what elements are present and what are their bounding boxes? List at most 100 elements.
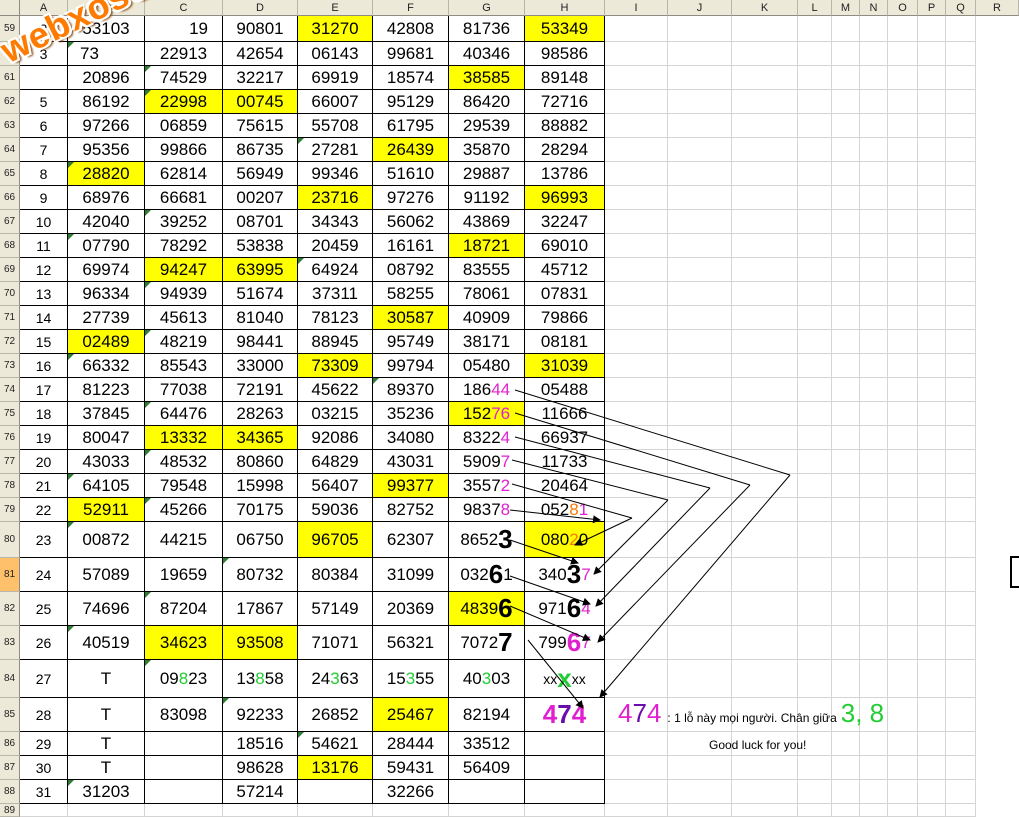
cell-e66[interactable]: 23716 bbox=[298, 186, 373, 210]
cell-h66[interactable]: 96993 bbox=[525, 186, 605, 210]
cell-l65[interactable] bbox=[798, 162, 832, 186]
cell-i65[interactable] bbox=[605, 162, 668, 186]
cell-g67[interactable]: 43869 bbox=[449, 210, 525, 234]
cell-k89[interactable] bbox=[732, 804, 798, 817]
cell-g68[interactable]: 18721 bbox=[449, 234, 525, 258]
cell-c75[interactable]: 64476 bbox=[145, 402, 223, 426]
cell-k78[interactable] bbox=[732, 474, 798, 498]
cell-c88[interactable] bbox=[145, 780, 223, 804]
cell-q88[interactable] bbox=[946, 780, 976, 804]
cell-e77[interactable]: 64829 bbox=[298, 450, 373, 474]
cell-q71[interactable] bbox=[946, 306, 976, 330]
cell-h63[interactable]: 88882 bbox=[525, 114, 605, 138]
cell-g80[interactable]: 8652 3 bbox=[449, 522, 525, 558]
cell-o77[interactable] bbox=[888, 450, 918, 474]
cell-j63[interactable] bbox=[668, 114, 732, 138]
cell-k59[interactable] bbox=[732, 16, 798, 42]
cell-i63[interactable] bbox=[605, 114, 668, 138]
cell-b61[interactable]: 20896 bbox=[68, 66, 145, 90]
cell-c83[interactable]: 34623 bbox=[145, 626, 223, 660]
column-header-m[interactable]: M bbox=[832, 0, 860, 16]
cell-q82[interactable] bbox=[946, 592, 976, 626]
cell-n62[interactable] bbox=[860, 90, 888, 114]
cell-q79[interactable] bbox=[946, 498, 976, 522]
cell-p74[interactable] bbox=[918, 378, 946, 402]
cell-m82[interactable] bbox=[832, 592, 860, 626]
cell-h77[interactable]: 11733 bbox=[525, 450, 605, 474]
cell-h61[interactable]: 89148 bbox=[525, 66, 605, 90]
row-header-79[interactable]: 79 bbox=[0, 498, 20, 522]
cell-e74[interactable]: 45622 bbox=[298, 378, 373, 402]
cell-m78[interactable] bbox=[832, 474, 860, 498]
cell-q60[interactable] bbox=[946, 42, 976, 66]
cell-j76[interactable] bbox=[668, 426, 732, 450]
cell-k66[interactable] bbox=[732, 186, 798, 210]
cell-n60[interactable] bbox=[860, 42, 888, 66]
cell-o81[interactable] bbox=[888, 558, 918, 592]
cell-d65[interactable]: 56949 bbox=[223, 162, 298, 186]
cell-m65[interactable] bbox=[832, 162, 860, 186]
cell-m71[interactable] bbox=[832, 306, 860, 330]
cell-f59[interactable]: 42808 bbox=[373, 16, 449, 42]
cell-b82[interactable]: 74696 bbox=[68, 592, 145, 626]
cell-j83[interactable] bbox=[668, 626, 732, 660]
cell-f81[interactable]: 31099 bbox=[373, 558, 449, 592]
cell-e61[interactable]: 69919 bbox=[298, 66, 373, 90]
cell-p79[interactable] bbox=[918, 498, 946, 522]
cell-c62[interactable]: 22998 bbox=[145, 90, 223, 114]
cell-p89[interactable] bbox=[918, 804, 946, 817]
cell-l60[interactable] bbox=[798, 42, 832, 66]
cell-a73[interactable]: 16 bbox=[20, 354, 68, 378]
row-header-85[interactable]: 85 bbox=[0, 698, 20, 732]
cell-c76[interactable]: 13332 bbox=[145, 426, 223, 450]
cell-a64[interactable]: 7 bbox=[20, 138, 68, 162]
cell-p67[interactable] bbox=[918, 210, 946, 234]
cell-k69[interactable] bbox=[732, 258, 798, 282]
cell-k65[interactable] bbox=[732, 162, 798, 186]
cell-l81[interactable] bbox=[798, 558, 832, 592]
row-header-82[interactable]: 82 bbox=[0, 592, 20, 626]
cell-p70[interactable] bbox=[918, 282, 946, 306]
cell-d70[interactable]: 51674 bbox=[223, 282, 298, 306]
cell-p72[interactable] bbox=[918, 330, 946, 354]
cell-p61[interactable] bbox=[918, 66, 946, 90]
row-header-64[interactable]: 64 bbox=[0, 138, 20, 162]
cell-d64[interactable]: 86735 bbox=[223, 138, 298, 162]
cell-c89[interactable] bbox=[145, 804, 223, 817]
cell-g77[interactable]: 5909 7 bbox=[449, 450, 525, 474]
cell-h85[interactable]: 474 bbox=[525, 698, 605, 732]
cell-m70[interactable] bbox=[832, 282, 860, 306]
cell-e88[interactable] bbox=[298, 780, 373, 804]
cell-n87[interactable] bbox=[860, 756, 888, 780]
cell-d86[interactable]: 18516 bbox=[223, 732, 298, 756]
cell-a63[interactable]: 6 bbox=[20, 114, 68, 138]
cell-l70[interactable] bbox=[798, 282, 832, 306]
column-header-i[interactable]: I bbox=[605, 0, 668, 16]
cell-c81[interactable]: 19659 bbox=[145, 558, 223, 592]
cell-e83[interactable]: 71071 bbox=[298, 626, 373, 660]
cell-q59[interactable] bbox=[946, 16, 976, 42]
spreadsheet[interactable]: A B C D E F G H I J K L M N O P Q R 59 2 53103 19 90801 31270 42… bbox=[0, 0, 1019, 817]
cell-e78[interactable]: 56407 bbox=[298, 474, 373, 498]
cell-k87[interactable] bbox=[732, 756, 798, 780]
cell-c69[interactable]: 94247 bbox=[145, 258, 223, 282]
cell-m63[interactable] bbox=[832, 114, 860, 138]
cell-a86[interactable]: 29 bbox=[20, 732, 68, 756]
cell-c77[interactable]: 48532 bbox=[145, 450, 223, 474]
cell-l67[interactable] bbox=[798, 210, 832, 234]
cell-c64[interactable]: 99866 bbox=[145, 138, 223, 162]
cell-o68[interactable] bbox=[888, 234, 918, 258]
cell-l66[interactable] bbox=[798, 186, 832, 210]
cell-l78[interactable] bbox=[798, 474, 832, 498]
cell-h80[interactable]: 080 2 0 bbox=[525, 522, 605, 558]
cell-g75[interactable]: 152 76 bbox=[449, 402, 525, 426]
cell-k80[interactable] bbox=[732, 522, 798, 558]
cell-m75[interactable] bbox=[832, 402, 860, 426]
cell-m88[interactable] bbox=[832, 780, 860, 804]
cell-m73[interactable] bbox=[832, 354, 860, 378]
cell-f89[interactable] bbox=[373, 804, 449, 817]
cell-p69[interactable] bbox=[918, 258, 946, 282]
row-header-66[interactable]: 66 bbox=[0, 186, 20, 210]
cell-p59[interactable] bbox=[918, 16, 946, 42]
row-header-76[interactable]: 76 bbox=[0, 426, 20, 450]
